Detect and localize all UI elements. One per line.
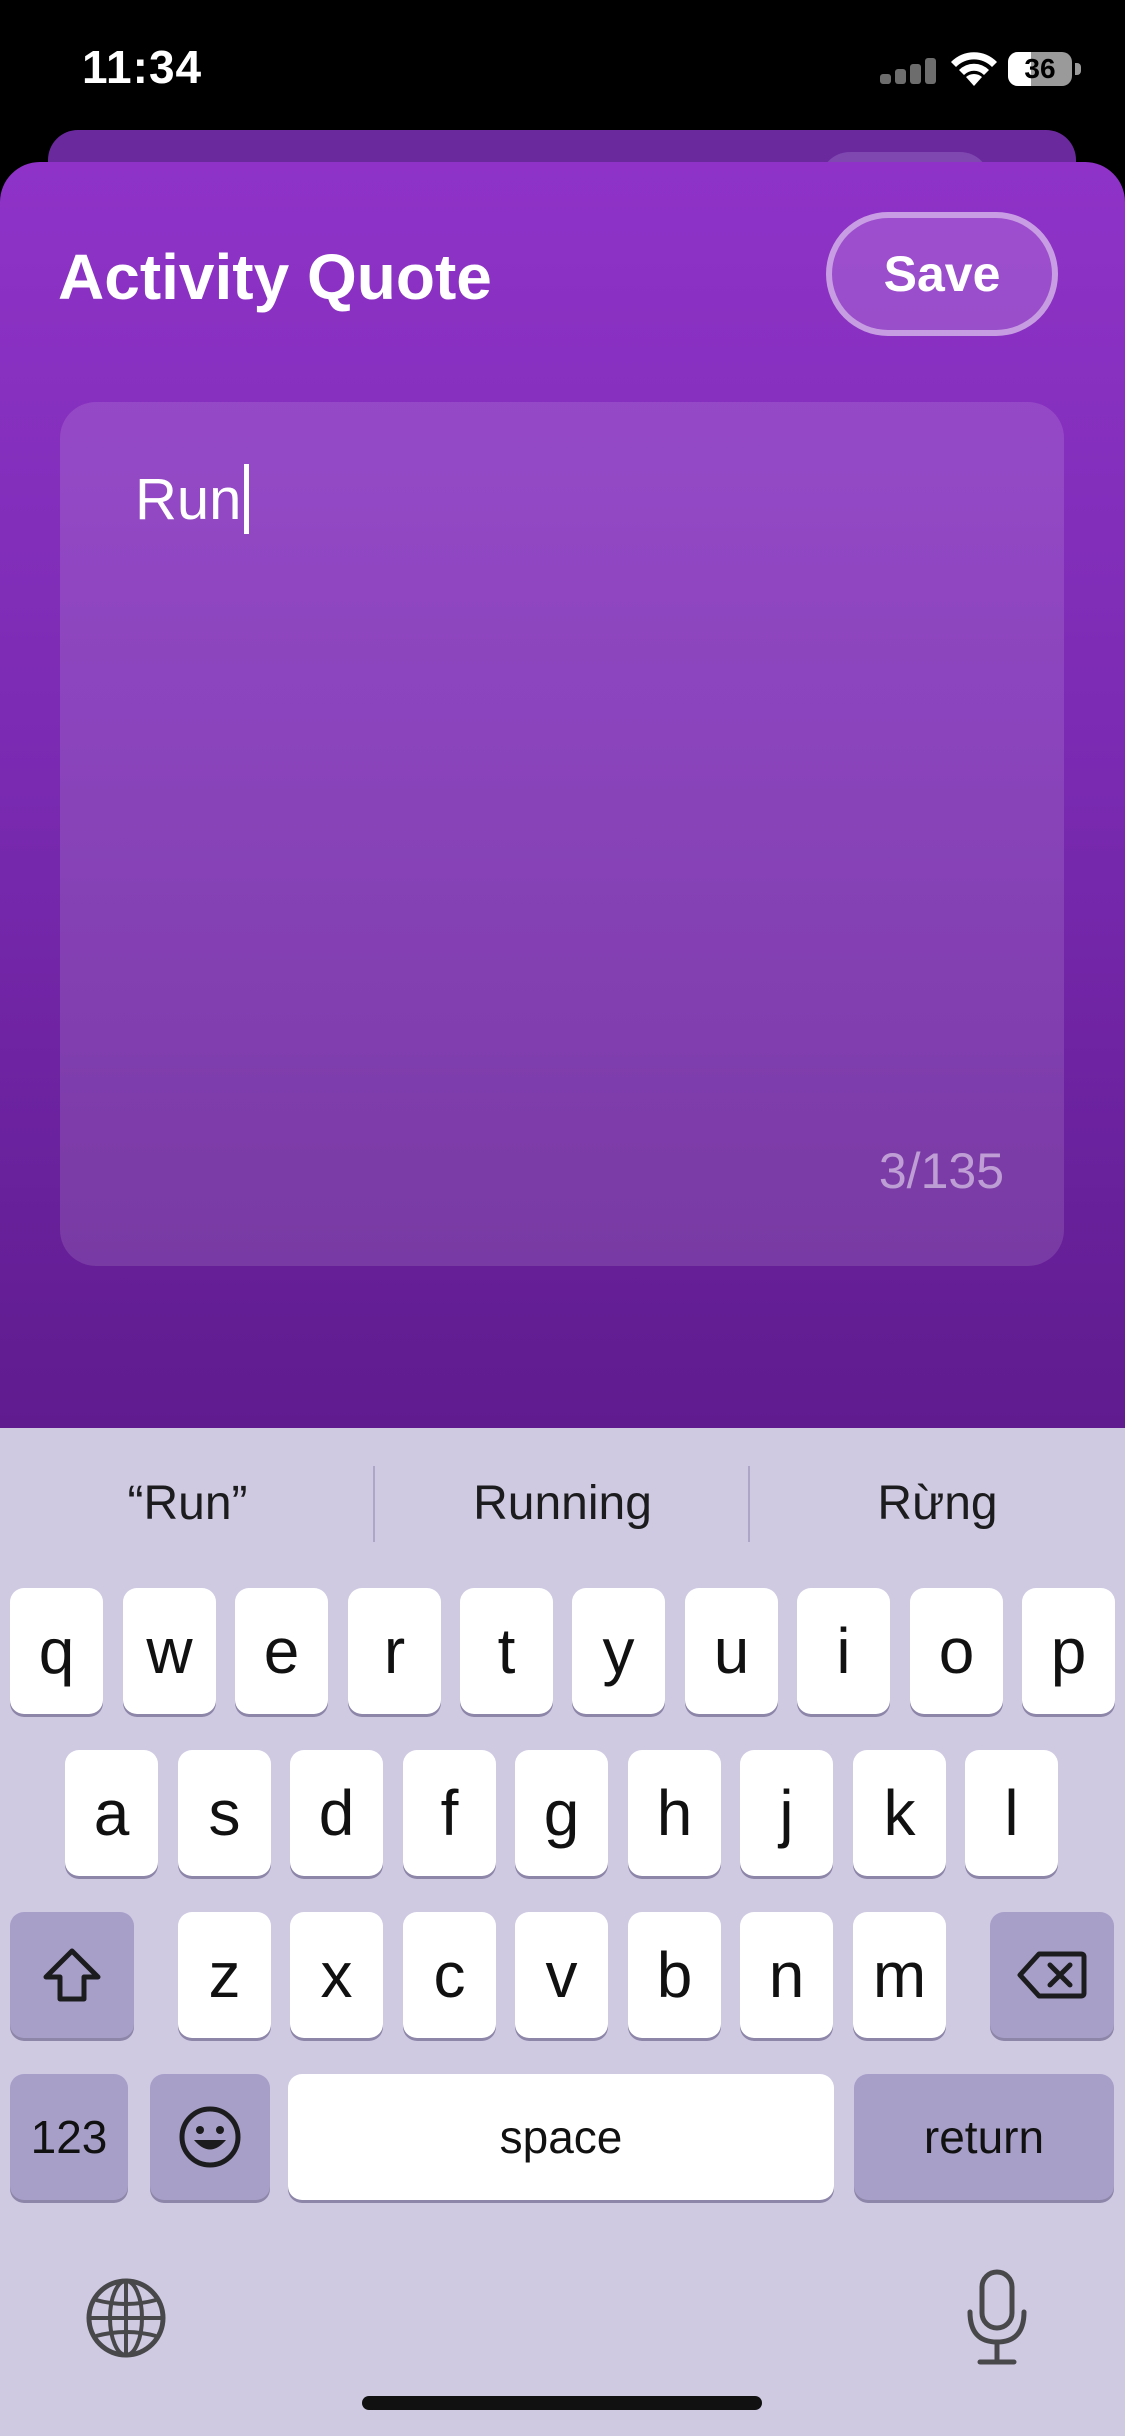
globe-icon[interactable] [84,2276,168,2360]
delete-key[interactable] [990,1912,1114,2038]
suggestion-1[interactable]: “Run” [0,1428,375,1578]
key-a[interactable]: a [65,1750,158,1876]
key-r[interactable]: r [348,1588,441,1714]
wifi-icon [951,52,997,86]
status-time: 11:34 [82,41,203,93]
key-w[interactable]: w [123,1588,216,1714]
key-p[interactable]: p [1022,1588,1115,1714]
home-indicator[interactable] [362,2396,762,2410]
key-g[interactable]: g [515,1750,608,1876]
suggestion-3[interactable]: Rừng [750,1428,1125,1578]
shift-icon [43,1948,101,2002]
battery-cap [1075,63,1081,75]
battery-icon: 36 [1008,52,1072,86]
key-i[interactable]: i [797,1588,890,1714]
delete-icon [1017,1951,1087,1999]
key-j[interactable]: j [740,1750,833,1876]
shift-key[interactable] [10,1912,134,2038]
space-key[interactable]: space [288,2074,834,2200]
key-q[interactable]: q [10,1588,103,1714]
key-y[interactable]: y [572,1588,665,1714]
cellular-signal-icon [880,58,938,84]
suggestion-2[interactable]: Running [375,1428,750,1578]
suggestion-bar: “Run” Running Rừng [0,1428,1125,1578]
battery-level: 36 [1024,53,1056,84]
key-s[interactable]: s [178,1750,271,1876]
key-x[interactable]: x [290,1912,383,2038]
text-caret [244,464,250,534]
key-d[interactable]: d [290,1750,383,1876]
status-bar: 11:34 36 [0,0,1125,140]
return-key[interactable]: return [854,2074,1114,2200]
key-b[interactable]: b [628,1912,721,2038]
key-c[interactable]: c [403,1912,496,2038]
key-e[interactable]: e [235,1588,328,1714]
key-v[interactable]: v [515,1912,608,2038]
key-z[interactable]: z [178,1912,271,2038]
save-button[interactable]: Save [826,212,1058,336]
quote-text-value: Run [135,464,250,534]
key-u[interactable]: u [685,1588,778,1714]
key-l[interactable]: l [965,1750,1058,1876]
emoji-key[interactable] [150,2074,270,2200]
emoji-icon [179,2106,241,2168]
key-k[interactable]: k [853,1750,946,1876]
key-m[interactable]: m [853,1912,946,2038]
key-o[interactable]: o [910,1588,1003,1714]
key-t[interactable]: t [460,1588,553,1714]
microphone-icon[interactable] [962,2268,1032,2368]
key-n[interactable]: n [740,1912,833,2038]
key-h[interactable]: h [628,1750,721,1876]
key-f[interactable]: f [403,1750,496,1876]
sheet-title: Activity Quote [58,241,492,313]
quote-text: Run [135,466,242,532]
activity-quote-sheet: Activity Quote Save Run 3/135 [0,162,1125,1442]
character-counter: 3/135 [878,1143,1004,1199]
quote-input[interactable]: Run 3/135 [60,402,1064,1266]
numbers-key[interactable]: 123 [10,2074,128,2200]
keyboard: “Run” Running Rừng q w e r t y u i o p a… [0,1428,1125,2436]
